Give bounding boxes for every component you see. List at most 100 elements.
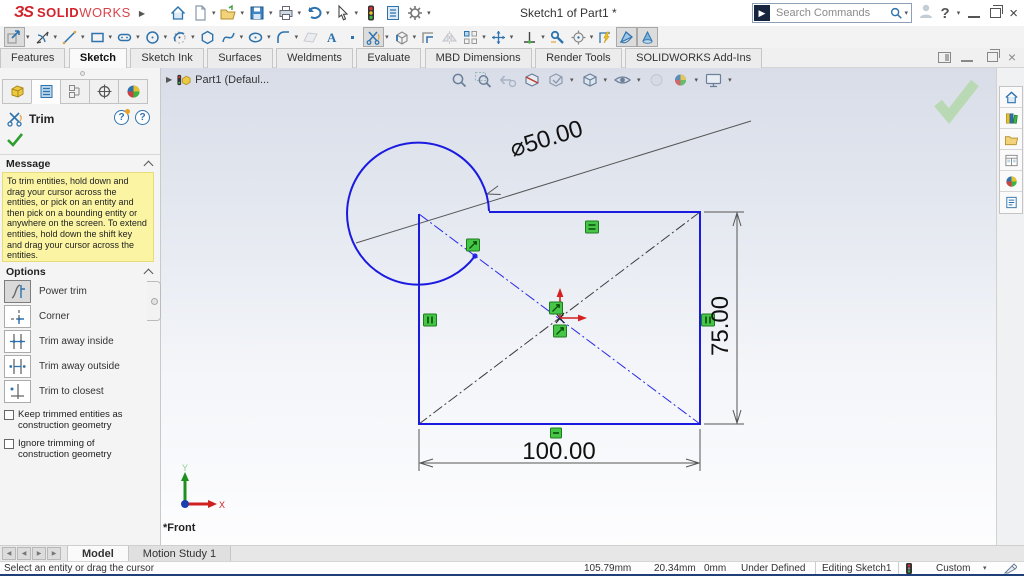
new-document-caret[interactable]: ▾ (212, 10, 216, 17)
slot-caret[interactable]: ▾ (136, 34, 140, 41)
trim-to-closest-icon[interactable] (4, 380, 31, 403)
tab-evaluate[interactable]: Evaluate (356, 48, 421, 68)
smart-dimension-caret[interactable]: ▾ (54, 34, 58, 41)
arc-button[interactable] (169, 27, 190, 47)
minimize-button[interactable] (968, 8, 980, 18)
convert-entities-button[interactable] (391, 27, 412, 47)
plane-button[interactable] (300, 27, 321, 47)
tab-solidworks-addins[interactable]: SOLIDWORKS Add-Ins (625, 48, 762, 68)
undo-button[interactable] (303, 2, 325, 24)
feature-manager-tab-icon[interactable] (2, 79, 32, 104)
relation-intersection-icon[interactable] (554, 325, 567, 337)
trim-caret[interactable]: ▾ (385, 34, 389, 41)
mirror-entities-button[interactable] (439, 27, 460, 47)
corner-option[interactable]: Corner (4, 305, 70, 328)
polygon-button[interactable] (197, 27, 218, 47)
checkbox-box[interactable] (4, 410, 14, 420)
document-close-button[interactable]: × (1008, 50, 1016, 64)
ignore-trimming-checkbox[interactable]: Ignore trimming of construction geometry (4, 438, 143, 460)
home-button[interactable] (167, 2, 189, 24)
options-gear-button[interactable] (404, 2, 426, 24)
dimension-diameter[interactable]: ⌀50.00 (356, 115, 751, 243)
previous-tab-button[interactable]: ◀ (17, 547, 31, 560)
spline-button[interactable] (218, 27, 239, 47)
configuration-manager-tab-icon[interactable] (60, 79, 90, 104)
repair-sketch-button[interactable] (547, 27, 568, 47)
status-units[interactable]: Custom (936, 563, 970, 574)
collapse-pane-icon[interactable] (938, 52, 951, 63)
sketch-text-button[interactable]: A (321, 27, 342, 47)
relation-equal-icon[interactable] (586, 221, 599, 233)
units-caret[interactable]: ▾ (983, 565, 987, 572)
help-caret[interactable]: ▾ (957, 10, 961, 17)
property-manager-tab-icon[interactable] (31, 79, 61, 104)
corner-rectangle-button[interactable] (87, 27, 108, 47)
tab-features[interactable]: Features (0, 48, 65, 68)
convert-caret[interactable]: ▾ (413, 34, 417, 41)
next-tab-button[interactable]: ▶ (32, 547, 46, 560)
tab-render-tools[interactable]: Render Tools (535, 48, 622, 68)
no-solve-move-button[interactable] (637, 27, 658, 47)
tab-weldments[interactable]: Weldments (276, 48, 353, 68)
menu-flyout-icon[interactable]: ▶ (139, 9, 145, 18)
power-trim-option[interactable]: Power trim (4, 280, 87, 303)
diameter-value[interactable]: ⌀50.00 (507, 115, 586, 163)
line-button[interactable] (59, 27, 80, 47)
file-explorer-icon[interactable] (1000, 129, 1022, 150)
options-caret[interactable]: ▾ (427, 10, 431, 17)
offset-entities-button[interactable] (418, 27, 439, 47)
trim-away-outside-option[interactable]: Trim away outside (4, 355, 120, 378)
open-button[interactable] (217, 2, 239, 24)
save-button[interactable] (246, 2, 268, 24)
spline-caret[interactable]: ▾ (240, 34, 244, 41)
user-account-icon[interactable] (917, 2, 935, 25)
options-section-header[interactable]: Options (6, 266, 152, 278)
instant2d-button[interactable] (595, 27, 616, 47)
close-button[interactable]: × (1009, 6, 1018, 21)
tab-surfaces[interactable]: Surfaces (207, 48, 272, 68)
new-document-button[interactable] (189, 2, 211, 24)
rectangle-caret[interactable]: ▾ (109, 34, 113, 41)
ellipse-button[interactable] (245, 27, 266, 47)
ellipse-caret[interactable]: ▾ (267, 34, 271, 41)
performance-evaluation-icon[interactable] (360, 2, 382, 24)
select-caret[interactable]: ▾ (355, 10, 359, 17)
help-icon[interactable]: ? (135, 110, 150, 125)
width-value[interactable]: 100.00 (522, 438, 595, 465)
restore-button[interactable] (990, 8, 1001, 18)
whats-new-help-icon[interactable]: ? (114, 110, 129, 125)
relation-intersection-icon[interactable] (550, 302, 563, 314)
corner-icon[interactable] (4, 305, 31, 328)
document-restore-button[interactable] (987, 52, 998, 62)
relations-caret[interactable]: ▾ (541, 34, 545, 41)
exit-sketch-button[interactable] (4, 27, 25, 47)
print-caret[interactable]: ▾ (298, 10, 302, 17)
sketch-canvas[interactable]: ⌀50.00 (161, 68, 996, 545)
trim-away-outside-icon[interactable] (4, 355, 31, 378)
exit-sketch-caret[interactable]: ▾ (26, 34, 30, 41)
trim-away-inside-icon[interactable] (4, 330, 31, 353)
help-button[interactable]: ? (941, 5, 950, 22)
point-button[interactable] (342, 27, 363, 47)
search-input[interactable]: Search Commands (771, 7, 889, 19)
straight-slot-button[interactable] (114, 27, 135, 47)
display-delete-relations-button[interactable] (519, 27, 540, 47)
motion-study-tab[interactable]: Motion Study 1 (129, 546, 231, 561)
feature-statistics-icon[interactable] (382, 2, 404, 24)
checkbox-box[interactable] (4, 439, 14, 449)
snaps-caret[interactable]: ▾ (590, 34, 594, 41)
collapse-chevron-icon[interactable] (144, 269, 154, 279)
custom-properties-icon[interactable] (1000, 192, 1022, 213)
smart-dimension-button[interactable] (32, 27, 53, 47)
shaded-sketch-contours-button[interactable] (616, 27, 637, 47)
first-tab-button[interactable]: ◀ (2, 547, 16, 560)
open-caret[interactable]: ▾ (240, 10, 244, 17)
save-caret[interactable]: ▾ (269, 10, 273, 17)
height-value[interactable]: 75.00 (707, 296, 734, 356)
circle-caret[interactable]: ▾ (164, 34, 168, 41)
fillet-caret[interactable]: ▾ (295, 34, 299, 41)
display-manager-tab-icon[interactable] (118, 79, 148, 104)
relation-intersection-icon[interactable] (467, 239, 480, 251)
view-palette-icon[interactable] (1000, 150, 1022, 171)
tab-sketch[interactable]: Sketch (69, 48, 127, 68)
